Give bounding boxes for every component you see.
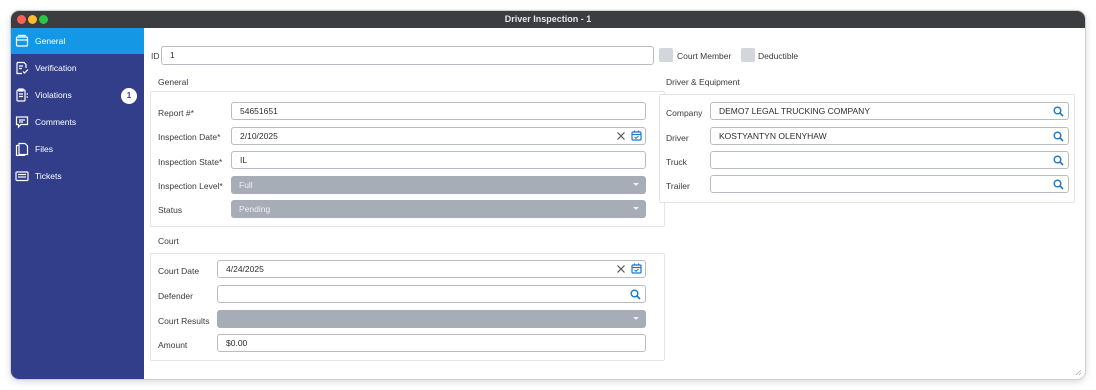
defender-input[interactable] [217,285,646,303]
sidebar-item-label: General [35,36,66,46]
court-panel: Court Date 4/24/2025 Defender Court Resu… [150,253,665,361]
search-icon[interactable] [1053,131,1064,142]
drawer-icon [15,34,29,47]
driver-equipment-section-title: Driver & Equipment [666,77,740,87]
violations-count-badge: 1 [121,88,137,104]
court-member-checkbox[interactable] [659,48,673,62]
inspection-level-value: Full [239,180,253,190]
search-icon[interactable] [1053,106,1064,117]
search-icon[interactable] [1053,179,1064,190]
court-date-value: 4/24/2025 [226,264,264,274]
court-member-label: Court Member [677,51,732,61]
status-value: Pending [239,204,271,214]
status-select[interactable]: Pending [231,200,646,218]
driver-equipment-panel: Company DEMO7 LEGAL TRUCKING COMPANY Dri… [659,94,1075,203]
document-check-icon [16,61,29,75]
sidebar-item-label: Files [35,144,53,154]
main-content: ID 1 Court Member Deductible General Rep… [144,28,1085,379]
chevron-down-icon [633,317,639,320]
court-date-input[interactable]: 4/24/2025 [217,260,646,278]
company-input[interactable]: DEMO7 LEGAL TRUCKING COMPANY [710,102,1069,120]
driver-input[interactable]: KOSTYANTYN OLENYHAW [710,127,1069,145]
ticket-icon [15,171,29,182]
sidebar-item-tickets[interactable]: Tickets [11,163,144,189]
id-label: ID [151,51,160,61]
chevron-down-icon [633,183,639,186]
inspection-date-value: 2/10/2025 [240,131,278,141]
sidebar-item-label: Comments [35,117,77,127]
app-window: Driver Inspection - 1 General Verificati… [11,11,1085,379]
truck-label: Truck [666,157,687,167]
report-number-input[interactable]: 54651651 [231,102,646,120]
general-section-title: General [158,77,189,87]
inspection-date-input[interactable]: 2/10/2025 [231,127,646,145]
deductible-checkbox[interactable] [741,48,755,62]
id-input[interactable]: 1 [161,46,654,65]
calendar-icon[interactable] [631,263,642,274]
window-title: Driver Inspection - 1 [504,14,592,24]
close-window-button[interactable] [17,15,26,24]
status-label: Status [158,205,183,215]
title-bar: Driver Inspection - 1 [11,11,1085,28]
sidebar-item-violations[interactable]: Violations 1 [11,82,144,108]
files-icon [15,142,29,156]
calendar-icon[interactable] [631,130,642,141]
clear-icon[interactable] [616,264,626,274]
inspection-level-label: Inspection Level* [158,181,223,191]
sidebar-item-label: Violations [35,90,72,100]
inspection-state-label: Inspection State* [158,157,223,167]
court-date-label: Court Date [158,266,200,276]
comment-icon [15,116,29,129]
trailer-label: Trailer [666,181,690,191]
amount-input[interactable]: $0.00 [217,334,646,352]
truck-input[interactable] [710,151,1069,169]
general-panel: Report #* 54651651 Inspection Date* 2/10… [150,91,665,227]
clipboard-list-icon [16,88,28,102]
trailer-input[interactable] [710,175,1069,193]
clear-icon[interactable] [616,131,626,141]
sidebar: General Verification Violations 1 Commen… [11,28,144,379]
report-number-label: Report #* [158,108,194,118]
sidebar-item-comments[interactable]: Comments [11,109,144,135]
driver-label: Driver [666,133,689,143]
inspection-date-label: Inspection Date* [158,132,221,142]
sidebar-item-files[interactable]: Files [11,136,144,162]
search-icon[interactable] [630,289,641,300]
search-icon[interactable] [1053,155,1064,166]
deductible-label: Deductible [758,51,799,61]
resize-grip-icon[interactable] [1074,368,1082,376]
sidebar-item-label: Verification [35,63,77,73]
court-results-label: Court Results [158,316,210,326]
inspection-state-input[interactable]: IL [231,151,646,169]
sidebar-item-label: Tickets [35,171,62,181]
defender-label: Defender [158,291,193,301]
court-section-title: Court [158,236,179,246]
sidebar-item-general[interactable]: General [11,28,144,54]
inspection-level-select[interactable]: Full [231,176,646,194]
sidebar-item-verification[interactable]: Verification [11,55,144,81]
amount-label: Amount [158,340,188,350]
court-results-select[interactable] [217,310,646,328]
chevron-down-icon [633,207,639,210]
company-label: Company [666,108,703,118]
zoom-window-button[interactable] [39,15,48,24]
minimize-window-button[interactable] [28,15,37,24]
